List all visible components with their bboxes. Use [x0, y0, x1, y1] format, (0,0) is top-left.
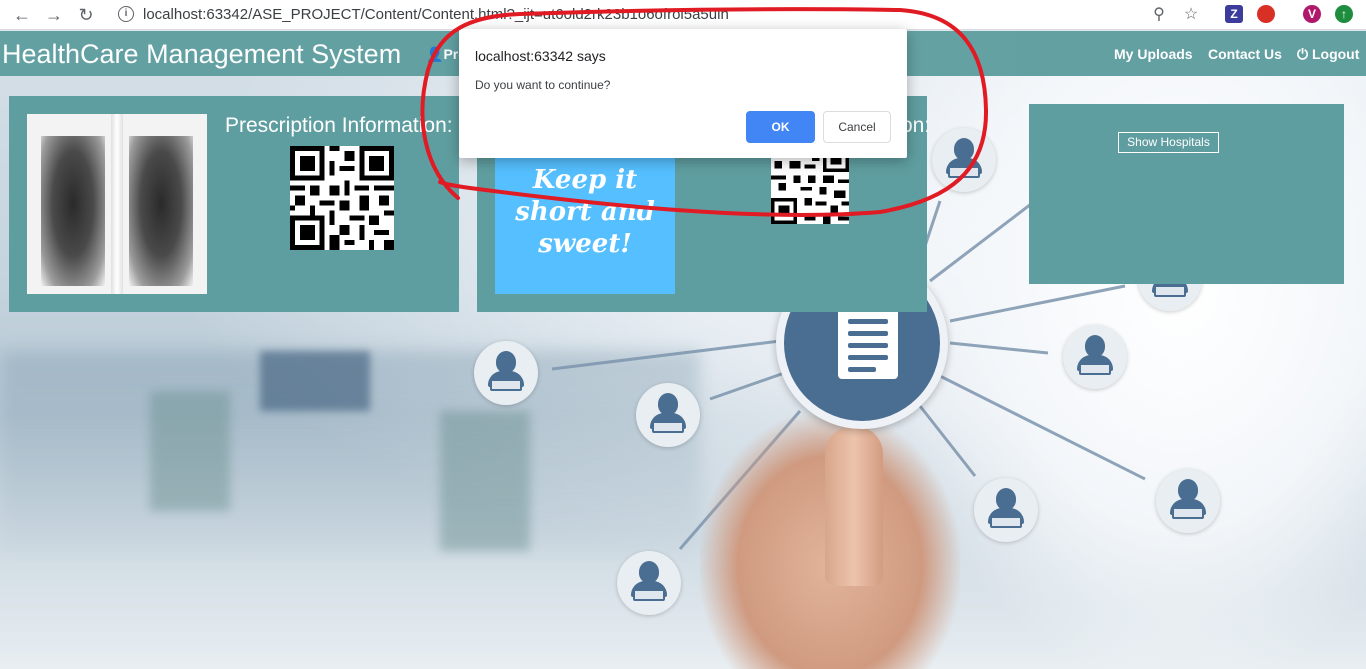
nav-my-uploads[interactable]: My Uploads: [1114, 46, 1193, 62]
brand-title[interactable]: HealthCare Management System: [2, 39, 401, 70]
poster-text: Keep it short and sweet!: [515, 165, 655, 259]
user-node-icon: [474, 341, 538, 405]
browser-toolbar: ← → ↻ i localhost:63342/ASE_PROJECT/Cont…: [0, 0, 1366, 30]
nav-logout-label: Logout: [1311, 46, 1360, 62]
finger-image: [825, 426, 883, 586]
user-node-icon: [636, 383, 700, 447]
site-info-icon[interactable]: i: [118, 6, 134, 22]
user-node-icon: [932, 128, 996, 192]
back-icon[interactable]: ←: [12, 5, 32, 25]
user-node-icon: [617, 551, 681, 615]
user-node-icon: [974, 478, 1038, 542]
url-text: localhost:63342/ASE_PROJECT/Content/Cont…: [143, 6, 729, 23]
profile-avatar[interactable]: V: [1303, 5, 1321, 23]
dialog-title: localhost:63342 says: [475, 48, 606, 64]
nav-contact-us[interactable]: Contact Us: [1208, 46, 1282, 62]
prescription-title: Prescription Information:: [225, 114, 453, 137]
reload-icon[interactable]: ↻: [76, 5, 96, 25]
user-icon: 👤: [426, 46, 444, 62]
nav-logout[interactable]: ⏻ Logout: [1297, 46, 1359, 63]
address-bar[interactable]: i localhost:63342/ASE_PROJECT/Content/Co…: [108, 2, 1208, 28]
user-node-icon: [1156, 469, 1220, 533]
ok-button[interactable]: OK: [746, 111, 815, 143]
user-node-icon: [1063, 325, 1127, 389]
zoom-icon[interactable]: ⚲: [1148, 4, 1170, 26]
power-icon: ⏻: [1297, 46, 1309, 62]
prescription-panel: Prescription Information:: [9, 96, 459, 312]
extension-opera-icon[interactable]: [1257, 5, 1275, 23]
xray-image: [27, 114, 207, 294]
confirm-dialog: localhost:63342 says Do you want to cont…: [459, 29, 907, 158]
qr-code-image: [290, 146, 394, 250]
update-icon[interactable]: ↑: [1335, 5, 1353, 23]
extension-z-icon[interactable]: Z: [1225, 5, 1243, 23]
hospitals-panel: Show Hospitals: [1029, 104, 1344, 284]
forward-icon[interactable]: →: [44, 5, 64, 25]
show-hospitals-button[interactable]: Show Hospitals: [1118, 132, 1219, 153]
cancel-button[interactable]: Cancel: [823, 111, 891, 143]
bookmark-star-icon[interactable]: ☆: [1180, 4, 1202, 26]
dialog-message: Do you want to continue?: [475, 78, 611, 92]
